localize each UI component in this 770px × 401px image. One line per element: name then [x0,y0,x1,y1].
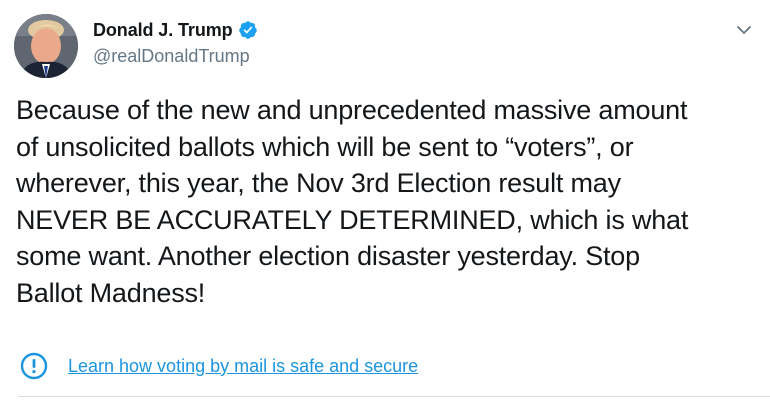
author-name-row[interactable]: Donald J. Trump [93,18,258,42]
verified-badge-icon [238,20,258,40]
exclamation-circle-icon [20,352,48,380]
profile-photo-icon [14,14,78,78]
tweet-card: Donald J. Trump @realDonaldTrump Because… [0,0,770,401]
display-name[interactable]: Donald J. Trump [93,20,233,41]
author-handle[interactable]: @realDonaldTrump [93,46,250,67]
tweet-text: Because of the new and unprecedented mas… [16,95,689,308]
misinformation-label[interactable]: Learn how voting by mail is safe and sec… [20,352,418,380]
avatar[interactable] [14,14,78,78]
divider [18,396,770,397]
chevron-down-icon[interactable] [734,20,754,40]
learn-voting-by-mail-link[interactable]: Learn how voting by mail is safe and sec… [68,356,418,377]
